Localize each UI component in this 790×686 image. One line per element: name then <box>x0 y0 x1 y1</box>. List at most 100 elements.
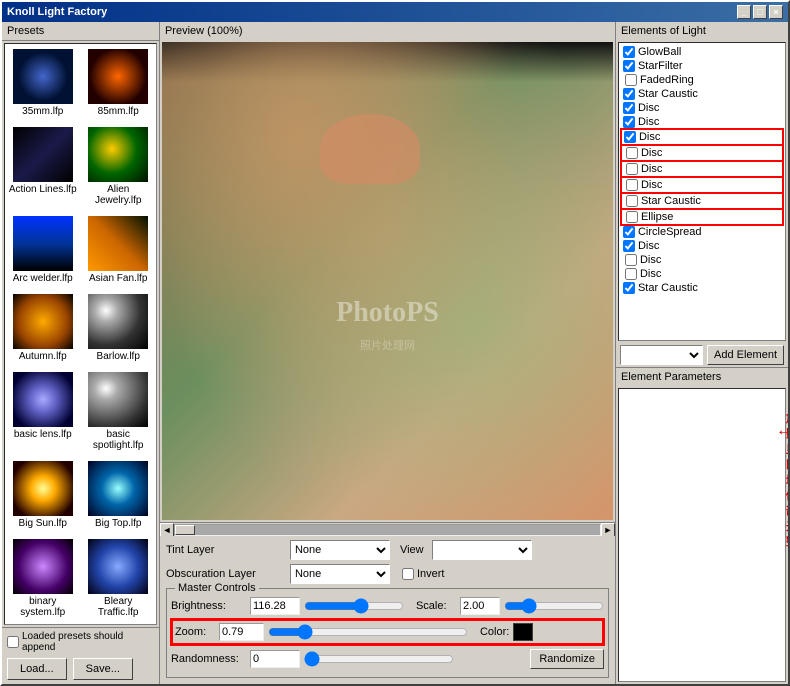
preset-item-arc[interactable]: Arc welder.lfp <box>5 211 80 289</box>
preset-item-big_top[interactable]: Big Top.lfp <box>80 456 155 534</box>
preset-item-blimp[interactable]: Blimp flare.lfp <box>5 623 80 625</box>
randomness-row: Randomness: 0 Randomize <box>171 649 604 669</box>
preset-label-asian: Asian Fan.lfp <box>89 273 147 284</box>
element-item-6[interactable]: Disc <box>621 129 783 145</box>
element-item-14[interactable]: Disc <box>621 253 783 267</box>
master-controls-group: Master Controls Brightness: 116.28 Scale… <box>166 588 609 678</box>
scroll-left-button[interactable]: ◄ <box>160 523 174 537</box>
scroll-thumb-h[interactable] <box>175 525 195 535</box>
element-item-8[interactable]: Disc <box>621 161 783 177</box>
preset-item-85mm[interactable]: 85mm.lfp <box>80 44 155 122</box>
save-button[interactable]: Save... <box>73 658 133 680</box>
element-check-14[interactable] <box>625 254 637 266</box>
preset-thumb-binary <box>13 539 73 594</box>
preset-item-action[interactable]: Action Lines.lfp <box>5 122 80 211</box>
preset-label-big_top: Big Top.lfp <box>95 518 142 529</box>
element-check-4[interactable] <box>623 102 635 114</box>
element-check-9[interactable] <box>626 179 638 191</box>
element-name-4: Disc <box>638 102 659 114</box>
preview-scrollbar-h[interactable]: ◄ ► <box>160 522 615 536</box>
preset-thumb-85mm <box>88 49 148 104</box>
element-item-3[interactable]: Star Caustic <box>621 87 783 101</box>
minimize-button[interactable]: _ <box>737 5 751 19</box>
element-item-10[interactable]: Star Caustic <box>621 193 783 209</box>
element-check-13[interactable] <box>623 240 635 252</box>
preset-label-basic_lens: basic lens.lfp <box>14 429 72 440</box>
element-item-5[interactable]: Disc <box>621 115 783 129</box>
preset-item-binary[interactable]: binary system.lfp <box>5 534 80 623</box>
preset-item-big_sun[interactable]: Big Sun.lfp <box>5 456 80 534</box>
maximize-button[interactable]: □ <box>753 5 767 19</box>
element-check-10[interactable] <box>626 195 638 207</box>
randomness-slider[interactable] <box>304 651 454 667</box>
element-item-11[interactable]: Ellipse <box>621 209 783 225</box>
randomness-input[interactable]: 0 <box>250 650 300 668</box>
element-name-10: Star Caustic <box>641 195 701 207</box>
element-check-3[interactable] <box>623 88 635 100</box>
element-check-7[interactable] <box>626 147 638 159</box>
scroll-track-h[interactable] <box>174 524 601 536</box>
element-check-15[interactable] <box>625 268 637 280</box>
element-item-7[interactable]: Disc <box>621 145 783 161</box>
element-check-12[interactable] <box>623 226 635 238</box>
loaded-presets-checkbox[interactable] <box>7 636 19 648</box>
preset-item-basic_lens[interactable]: basic lens.lfp <box>5 367 80 456</box>
preset-label-big_sun: Big Sun.lfp <box>19 518 67 529</box>
add-element-button[interactable]: Add Element <box>707 345 784 365</box>
randomize-button[interactable]: Randomize <box>530 649 604 669</box>
color-box[interactable] <box>513 623 533 641</box>
brightness-slider[interactable] <box>304 598 404 614</box>
preset-thumb-arc <box>13 216 73 271</box>
view-select[interactable] <box>432 540 532 560</box>
scale-input[interactable]: 2.00 <box>460 597 500 615</box>
tint-layer-label: Tint Layer <box>166 544 286 556</box>
scale-label: Scale: <box>416 600 456 612</box>
element-item-1[interactable]: StarFilter <box>621 59 783 73</box>
element-item-4[interactable]: Disc <box>621 101 783 115</box>
element-name-14: Disc <box>640 254 661 266</box>
element-item-12[interactable]: CircleSpread <box>621 225 783 239</box>
preset-thumb-barlow <box>88 294 148 349</box>
preset-label-arc: Arc welder.lfp <box>13 273 73 284</box>
element-check-16[interactable] <box>623 282 635 294</box>
element-check-0[interactable] <box>623 46 635 58</box>
element-check-11[interactable] <box>626 211 638 223</box>
tint-layer-select[interactable]: None <box>290 540 390 560</box>
preset-item-blue[interactable]: Blue Green Eye.lfp <box>80 623 155 625</box>
close-button[interactable]: × <box>769 5 783 19</box>
scale-slider[interactable] <box>504 598 604 614</box>
element-item-9[interactable]: Disc <box>621 177 783 193</box>
preset-item-35mm[interactable]: 35mm.lfp <box>5 44 80 122</box>
preset-item-asian[interactable]: Asian Fan.lfp <box>80 211 155 289</box>
brightness-input[interactable]: 116.28 <box>250 597 300 615</box>
load-button[interactable]: Load... <box>7 658 67 680</box>
element-item-15[interactable]: Disc <box>621 267 783 281</box>
zoom-slider[interactable] <box>268 624 468 640</box>
preset-item-bleary[interactable]: Bleary Traffic.lfp <box>80 534 155 623</box>
element-item-16[interactable]: Star Caustic <box>621 281 783 295</box>
loaded-presets-label[interactable]: Loaded presets should append <box>7 631 154 653</box>
scroll-right-button[interactable]: ► <box>601 523 615 537</box>
preset-item-basic_spot[interactable]: basic spotlight.lfp <box>80 367 155 456</box>
preset-item-barlow[interactable]: Barlow.lfp <box>80 289 155 367</box>
preset-thumb-35mm <box>13 49 73 104</box>
element-check-5[interactable] <box>623 116 635 128</box>
invert-checkbox[interactable] <box>402 568 414 580</box>
zoom-input[interactable]: 0.79 <box>219 623 264 641</box>
obscuration-select[interactable]: None <box>290 564 390 584</box>
element-check-2[interactable] <box>625 74 637 86</box>
preset-item-autumn[interactable]: Autumn.lfp <box>5 289 80 367</box>
element-type-select[interactable] <box>620 345 703 365</box>
invert-label[interactable]: Invert <box>402 568 445 580</box>
obscuration-label: Obscuration Layer <box>166 568 286 580</box>
brightness-label: Brightness: <box>171 600 246 612</box>
element-item-13[interactable]: Disc <box>621 239 783 253</box>
preset-item-alien[interactable]: Alien Jewelry.lfp <box>80 122 155 211</box>
element-check-1[interactable] <box>623 60 635 72</box>
element-item-0[interactable]: GlowBall <box>621 45 783 59</box>
element-check-6[interactable] <box>624 131 636 143</box>
tint-layer-row: Tint Layer None View <box>166 540 609 560</box>
presets-header: Presets <box>2 22 159 41</box>
element-item-2[interactable]: FadedRing <box>621 73 783 87</box>
element-check-8[interactable] <box>626 163 638 175</box>
